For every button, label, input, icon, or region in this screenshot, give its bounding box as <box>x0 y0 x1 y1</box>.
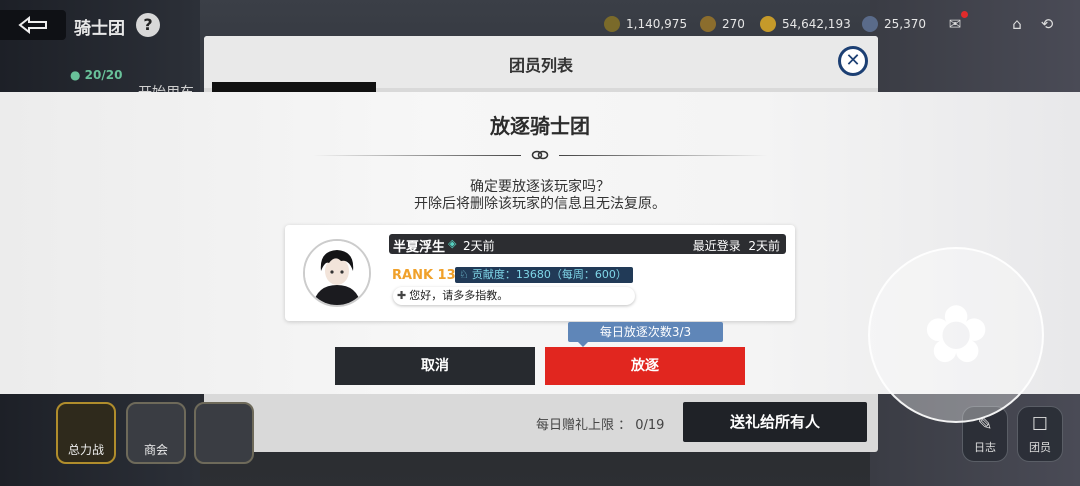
contribution-icon: ♘ <box>459 268 469 281</box>
resource-value: 54,642,193 <box>782 17 851 31</box>
member-count: ● 20/20 <box>70 68 123 82</box>
panel-close-button[interactable]: ✕ <box>838 46 868 76</box>
player-message: ✚ 您好，请多多指教。 <box>393 287 635 305</box>
close-icon: ✕ <box>845 50 861 71</box>
player-card: 半夏浮生 ◈ 2天前 最近登录 2天前 RANK 13 ♘ 贡献度：13680（每… <box>285 225 795 321</box>
drop-icon <box>862 16 878 32</box>
player-name: 半夏浮生 <box>393 240 446 255</box>
last-login: 最近登录 2天前 <box>692 239 780 253</box>
resource-value: 1,140,975 <box>626 17 688 31</box>
potion-icon <box>700 16 716 32</box>
page-title: 骑士团 <box>74 19 125 39</box>
extra-menu-button[interactable] <box>194 402 254 464</box>
panel-title: 团员列表 <box>508 56 573 75</box>
daily-expel-count-tooltip: 每日放逐次数3/3 <box>568 322 723 347</box>
resource-gold[interactable]: 54,642,193 <box>760 16 851 32</box>
cancel-button[interactable]: 取消 <box>335 347 535 385</box>
resource-value: 270 <box>722 17 745 31</box>
dialog-title: 放逐骑士团 <box>490 114 590 138</box>
clover-emblem-icon: ✿ <box>868 247 1044 423</box>
avatar <box>303 239 371 307</box>
confirm-warning: 开除后将删除该玩家的信息且无法复原。 <box>414 196 666 212</box>
guild-shop-button[interactable]: 商会 <box>126 402 186 464</box>
back-arrow-icon <box>18 16 47 34</box>
home-button[interactable]: ⌂ <box>1008 15 1026 33</box>
back-button[interactable] <box>0 10 66 40</box>
online-ago: 2天前 <box>463 239 495 253</box>
home-icon: ⌂ <box>1012 15 1022 33</box>
plus-icon: ✚ <box>397 289 407 302</box>
person-icon: ● <box>70 68 81 82</box>
contribution-badge: ♘ 贡献度：13680（每周：600） <box>455 267 633 283</box>
title-divider <box>313 150 767 160</box>
expel-button[interactable]: 放逐 <box>545 347 745 385</box>
members-icon: ☐ <box>1031 414 1049 435</box>
online-status-icon: ◈ <box>448 237 457 250</box>
mail-button[interactable]: ✉ <box>946 11 968 33</box>
members-button[interactable]: ☐ 团员 <box>1017 406 1063 462</box>
notification-dot <box>961 11 968 18</box>
exit-icon: ⟲ <box>1040 15 1054 33</box>
player-portrait-icon <box>305 241 369 305</box>
player-name-bar: 半夏浮生 ◈ 2天前 最近登录 2天前 <box>389 234 786 255</box>
resource-value: 25,370 <box>884 17 926 31</box>
mail-icon: ✉ <box>948 15 962 33</box>
resource-drop[interactable]: 25,370 <box>862 16 926 32</box>
help-button[interactable]: ? <box>136 13 160 37</box>
resource-potion[interactable]: 270 <box>700 16 745 32</box>
player-rank: RANK 13 <box>392 268 456 283</box>
coin-stack-icon <box>604 16 620 32</box>
divider-ornament-icon <box>531 150 549 160</box>
exit-button[interactable]: ⟲ <box>1038 15 1056 33</box>
resource-coin-stack[interactable]: 1,140,975 <box>604 16 687 32</box>
gold-coin-icon <box>760 16 776 32</box>
gift-all-button[interactable]: 送礼给所有人 <box>683 402 867 442</box>
daily-gift-limit: 每日赠礼上限 ： 0/19 <box>536 418 665 433</box>
total-war-button[interactable]: 总力战 <box>56 402 116 464</box>
